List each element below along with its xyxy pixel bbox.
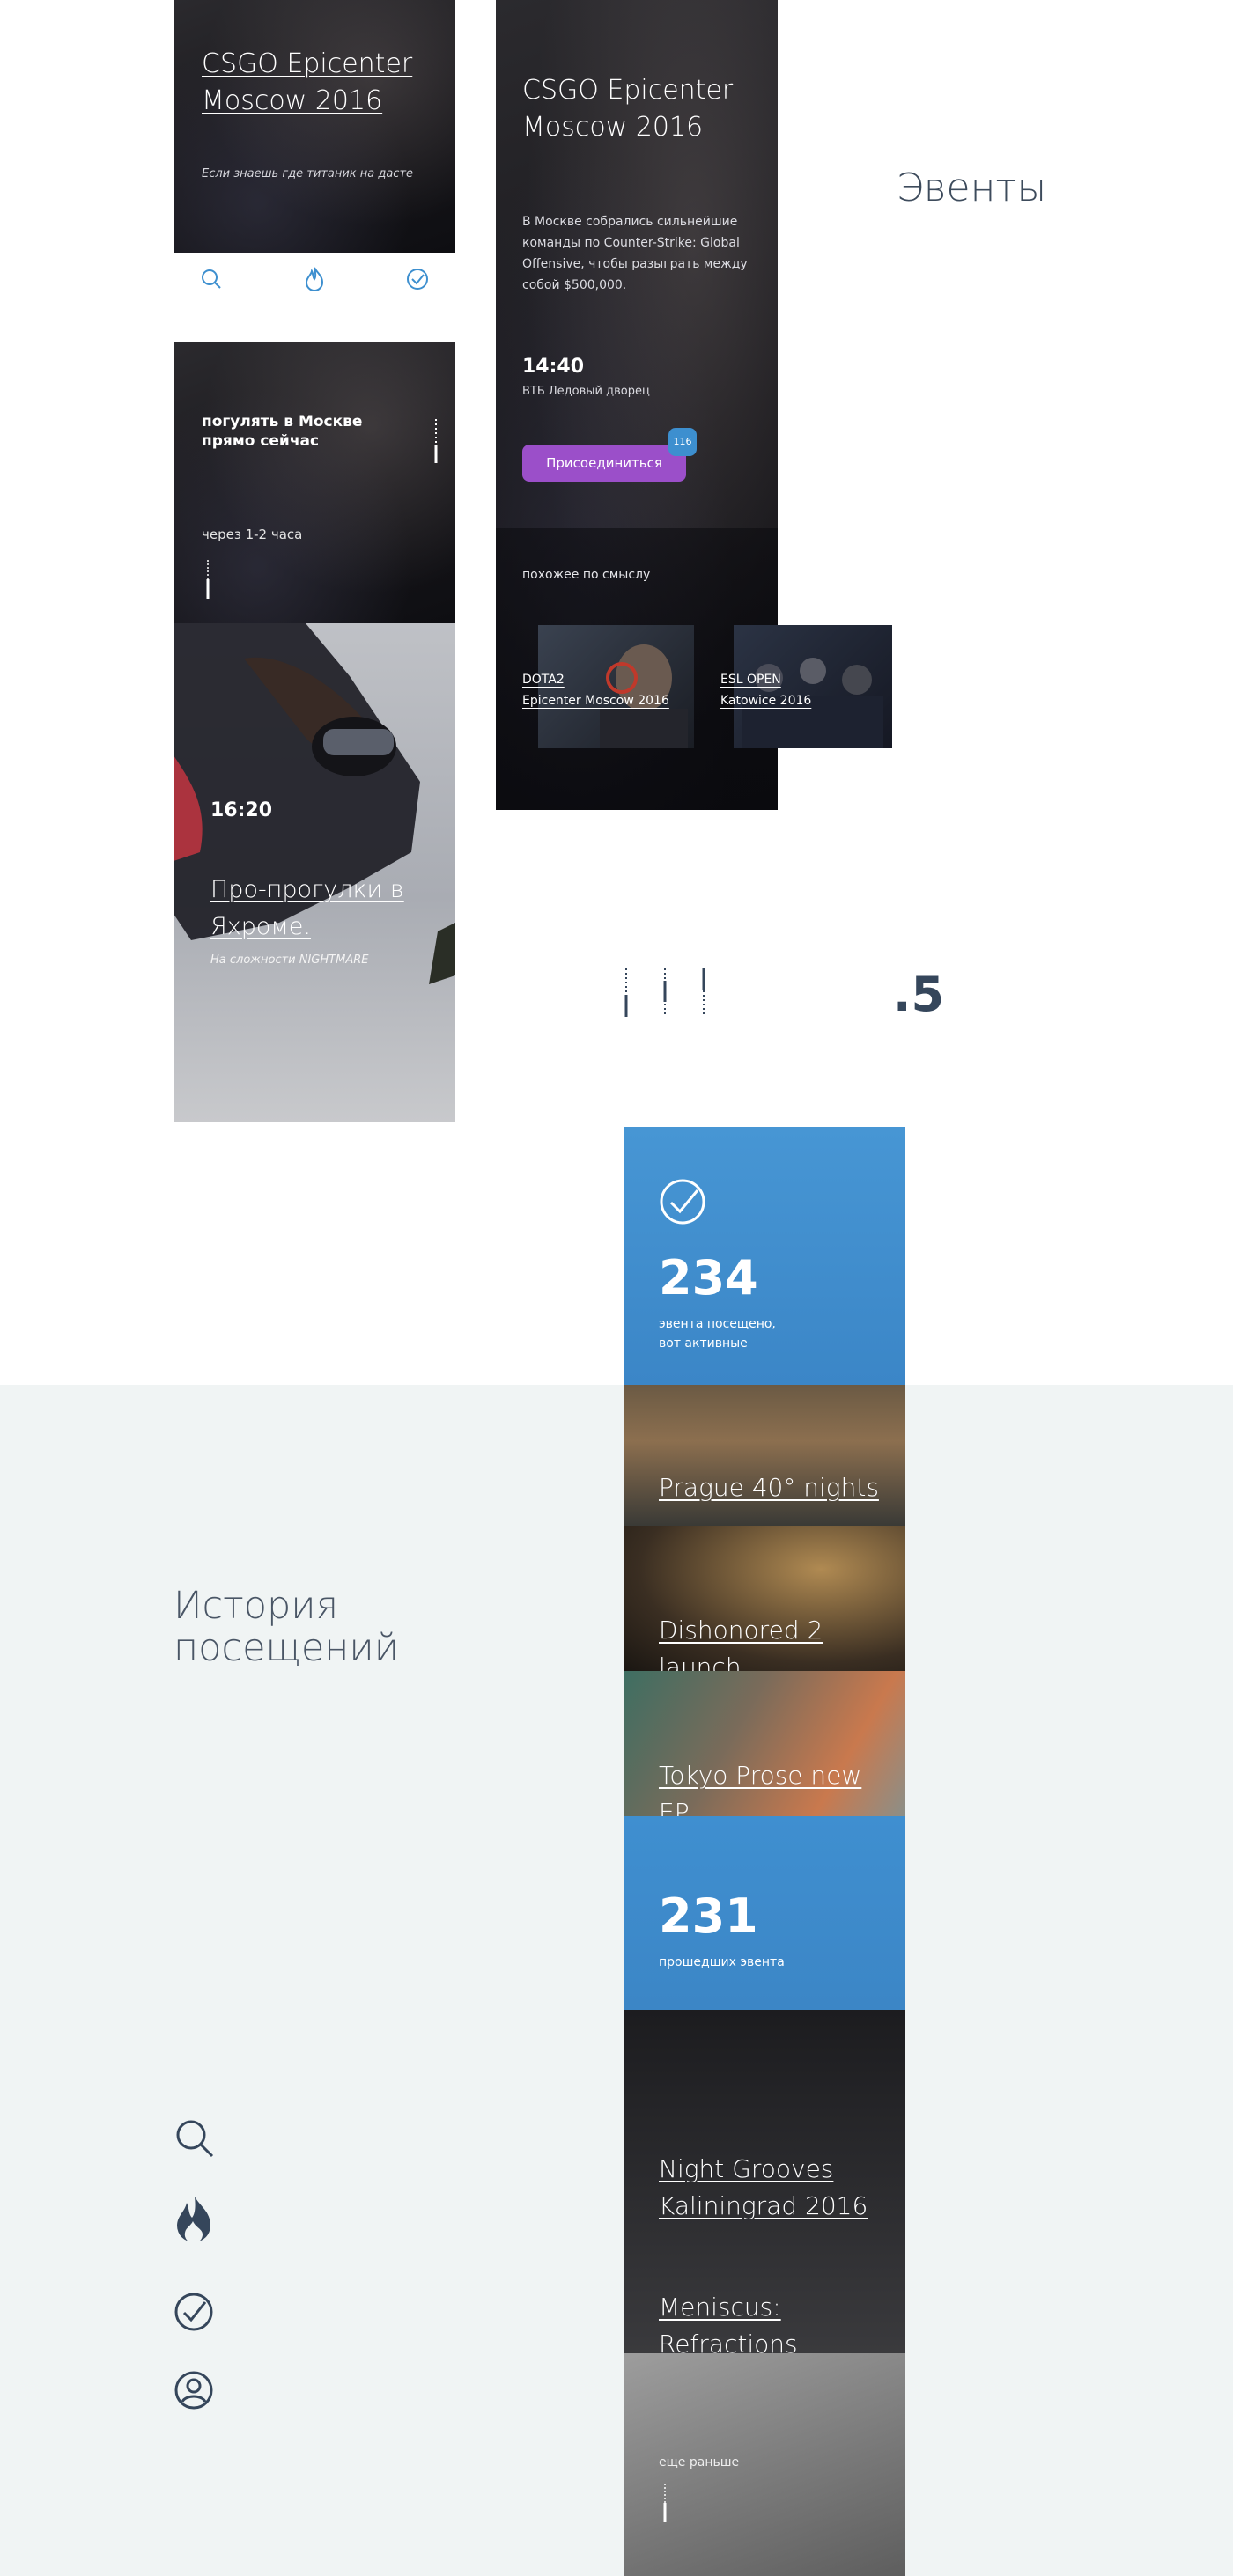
earlier-card[interactable]: еще раньше	[624, 2353, 905, 2576]
join-button-label: Присоединиться	[546, 455, 662, 471]
version-label: .5	[893, 967, 945, 1022]
join-button[interactable]: Присоединиться	[522, 445, 686, 482]
walk-card[interactable]: погулять в Москве прямо сейчас через 1-2…	[174, 342, 455, 623]
join-count-badge: 116	[668, 428, 697, 456]
scroll-indicator-icon	[205, 560, 210, 602]
history-item-title: Meniscus: Refractions	[659, 2293, 798, 2353]
event-card-title[interactable]: CSGO Epicenter Moscow 2016	[202, 46, 439, 120]
history-item[interactable]: Night Grooves Kaliningrad 2016 Meniscus:…	[624, 2010, 905, 2353]
fire-icon[interactable]	[174, 2194, 214, 2250]
stats-card-visited: 234 эвента посещено, вот активные	[624, 1127, 905, 1385]
scroll-indicator-icon	[662, 2484, 668, 2526]
event-card-csgo[interactable]: CSGO Epicenter Moscow 2016 Если знаешь г…	[174, 0, 455, 253]
dots-indicator-group	[624, 968, 712, 1017]
similar-item-dota2-label[interactable]: DOTA2 Epicenter Moscow 2016	[522, 669, 669, 711]
similar-item-esl-label[interactable]: ESL OPEN Katowice 2016	[720, 669, 811, 711]
history-item-title: Prague 40° nights	[659, 1473, 879, 1502]
search-icon[interactable]	[200, 268, 223, 294]
event-detail-description: В Москве собрались сильнейшие команды по…	[522, 215, 748, 292]
check-icon[interactable]	[406, 268, 429, 294]
history-item-title: Night Grooves Kaliningrad 2016	[659, 2154, 868, 2220]
similar-label: похожее по смыслу	[522, 568, 651, 582]
stats-number: 234	[659, 1250, 758, 1306]
search-icon[interactable]	[174, 2117, 216, 2163]
history-item-title: Tokyo Prose new EP	[659, 1761, 862, 1816]
fire-icon[interactable]	[303, 266, 326, 296]
history-title: История посещений	[174, 1584, 400, 1670]
stats-card-past: 231 прошедших эвента	[624, 1816, 905, 2010]
check-icon[interactable]	[174, 2292, 214, 2336]
walk-card-time: через 1-2 часа	[202, 526, 303, 542]
earlier-label: еще раньше	[659, 2455, 740, 2469]
walk-card-title: погулять в Москве прямо сейчас	[202, 413, 363, 450]
stats-caption: эвента посещено, вот активные	[659, 1317, 776, 1351]
ski-card-subtitle: На сложности NIGHTMARE	[210, 953, 369, 967]
event-detail-title: CSGO Epicenter Moscow 2016	[522, 75, 734, 143]
ski-card[interactable]: 16:20 Про-прогулки в Яхроме. На сложност…	[174, 623, 455, 1122]
ski-card-title[interactable]: Про-прогулки в Яхроме.	[210, 872, 422, 946]
history-item-title: Dishonored 2 launch	[659, 1616, 823, 1671]
event-detail-time: 14:40	[522, 356, 585, 378]
profile-icon[interactable]	[174, 2370, 214, 2414]
section-title-events: Эвенты	[897, 166, 1047, 210]
history-item[interactable]: Dishonored 2 launch	[624, 1526, 905, 1671]
event-detail-venue: ВТБ Ледовый дворец	[522, 385, 650, 398]
stats-caption: прошедших эвента	[659, 1955, 785, 1969]
check-icon	[659, 1178, 706, 1229]
stats-number: 231	[659, 1888, 758, 1944]
history-item[interactable]: Tokyo Prose new EP	[624, 1671, 905, 1816]
more-dots-icon[interactable]	[434, 419, 438, 463]
event-card-subtitle: Если знаешь где титаник на дасте	[202, 167, 414, 180]
dots-indicator-icon	[624, 968, 705, 1017]
history-item[interactable]: Prague 40° nights	[624, 1385, 905, 1526]
ski-card-time: 16:20	[210, 799, 273, 821]
tab-bar	[174, 261, 455, 296]
